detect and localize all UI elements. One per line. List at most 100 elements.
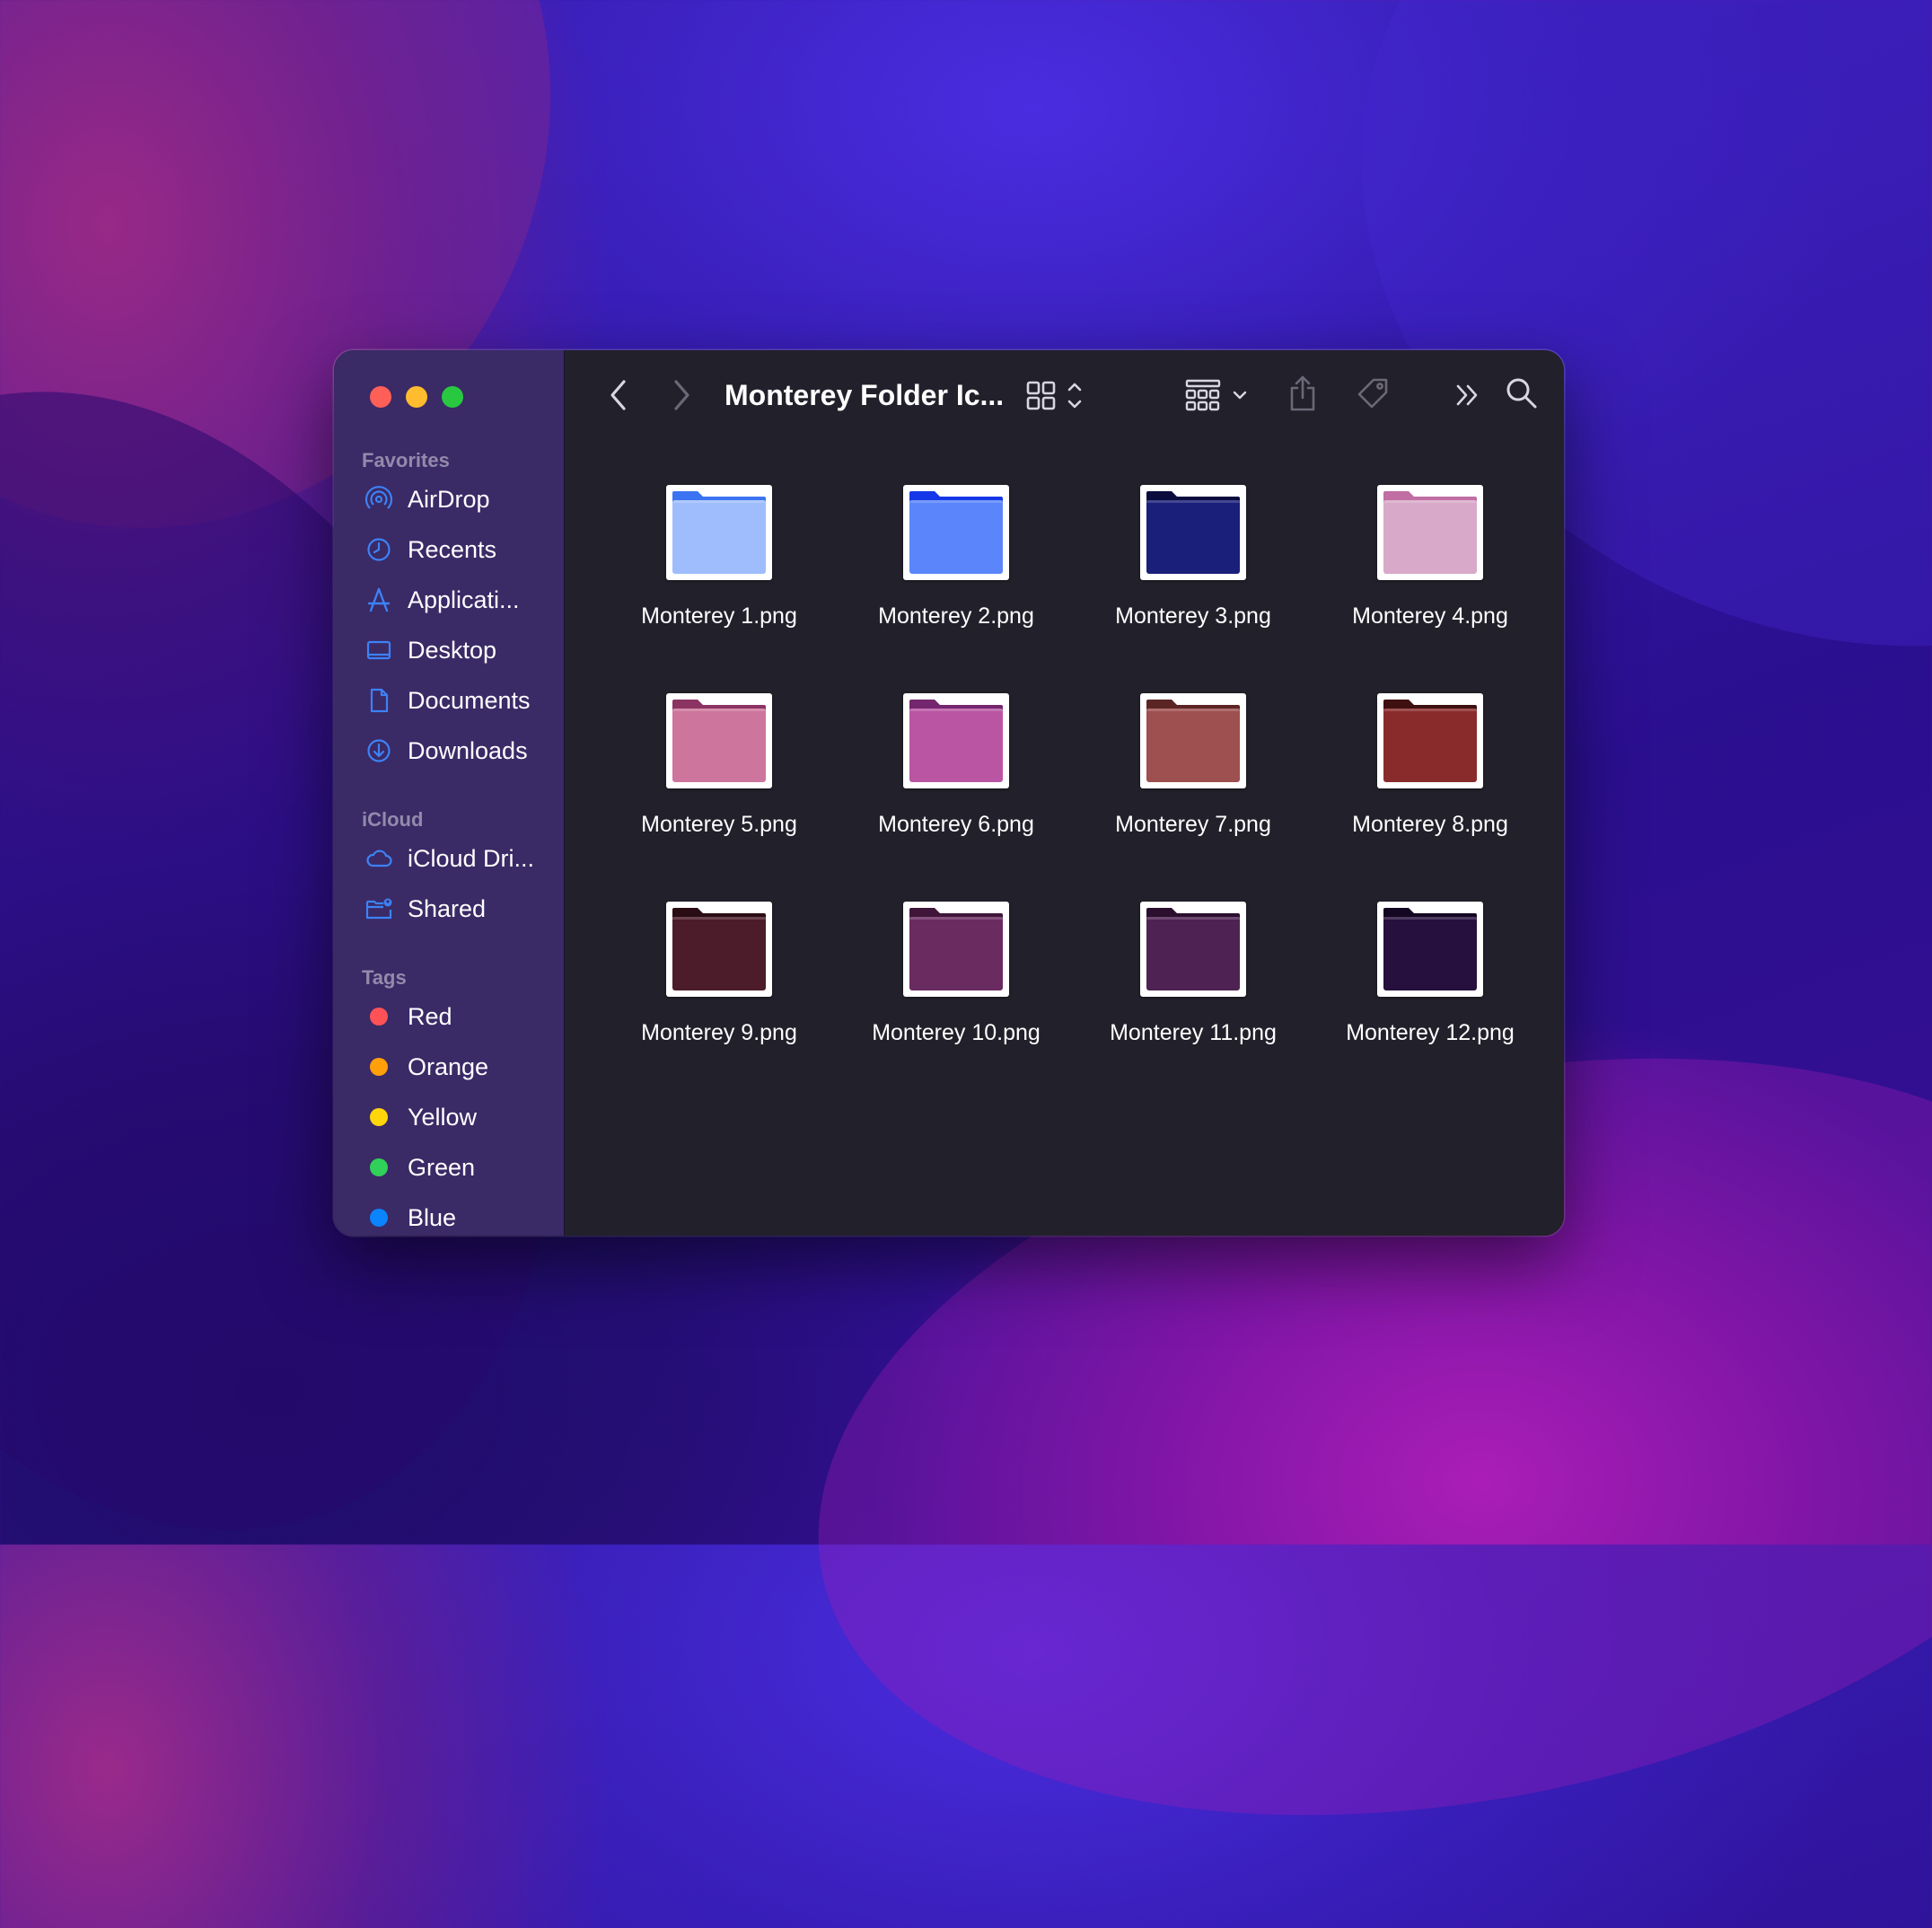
more-toolbar-button[interactable] [1450,377,1486,413]
view-mode-button[interactable] [1024,375,1096,415]
desktop-icon [364,636,393,665]
file-name: Monterey 7.png [1115,812,1271,837]
tag-dot [370,1158,388,1176]
sidebar-item-blue[interactable]: Blue [334,1193,564,1236]
folder-icon [1383,491,1477,574]
sidebar-item-airdrop[interactable]: AirDrop [334,474,564,524]
sidebar-item-orange[interactable]: Orange [334,1042,564,1092]
file-thumbnail [666,693,772,788]
double-chevron-right-icon [1456,384,1478,406]
sidebar-item-shared[interactable]: Shared [334,884,564,934]
file-name: Monterey 2.png [878,603,1034,629]
window-controls [370,386,463,408]
group-grid-icon [1185,379,1247,411]
applications-icon [364,585,393,614]
sidebar-item-label: iCloud Dri... [408,844,535,872]
file-item[interactable]: Monterey 5.png [601,693,838,902]
tag-dot [370,1008,388,1026]
file-name: Monterey 8.png [1352,812,1508,837]
file-thumbnail [903,485,1009,580]
folder-icon [1146,700,1240,782]
file-name: Monterey 10.png [872,1020,1041,1045]
sidebar-item-label: Yellow [408,1103,478,1131]
tag-dot [370,1058,388,1076]
tag-color-dot-icon [364,1203,393,1232]
file-thumbnail [666,485,772,580]
file-thumbnail [1140,693,1246,788]
file-item[interactable]: Monterey 6.png [838,693,1075,902]
sidebar-item-green[interactable]: Green [334,1142,564,1193]
file-item[interactable]: Monterey 1.png [601,485,838,693]
folder-icon [909,908,1003,990]
forward-button[interactable] [663,377,699,413]
file-item[interactable]: Monterey 10.png [838,902,1075,1110]
file-thumbnail [903,693,1009,788]
file-thumbnail [1377,902,1483,997]
icloud-section: iCloud iCloud Dri... Shared [334,806,564,934]
airdrop-icon [364,485,393,514]
file-item[interactable]: Monterey 2.png [838,485,1075,693]
sidebar-item-desktop[interactable]: Desktop [334,625,564,675]
sidebar-item-label: Blue [408,1203,457,1231]
folder-icon [909,491,1003,574]
search-button[interactable] [1502,374,1541,413]
close-button[interactable] [370,386,391,408]
file-name: Monterey 4.png [1352,603,1508,629]
share-icon [1290,375,1315,411]
file-grid: Monterey 1.png Monterey 2.png Monterey 3.p… [601,485,1552,1110]
sidebar: Favorites AirDrop Recents Applicati... Desk… [334,350,565,1236]
chevron-left-icon [610,380,626,410]
tags-section: Tags Red Orange Yellow Green Blue [334,964,564,1236]
content-area: Monterey Folder Ic... Monterey 1.png Mon… [565,350,1564,1236]
minimize-button[interactable] [406,386,427,408]
folder-icon [1383,908,1477,990]
icon-grid-icon [1026,381,1082,410]
folder-icon [672,908,766,990]
sidebar-item-label: Green [408,1153,476,1181]
sidebar-item-label: Desktop [408,636,497,664]
folder-icon [909,700,1003,782]
file-item[interactable]: Monterey 9.png [601,902,838,1110]
sidebar-item-label: Documents [408,686,531,714]
tag-button[interactable] [1353,374,1394,415]
sidebar-item-yellow[interactable]: Yellow [334,1092,564,1142]
group-by-button[interactable] [1184,375,1260,415]
folder-icon [672,491,766,574]
file-item[interactable]: Monterey 7.png [1075,693,1312,902]
icloud-heading: iCloud [362,808,424,831]
sidebar-item-downloads[interactable]: Downloads [334,726,564,776]
sidebar-item-label: Applicati... [408,585,520,613]
finder-window: Favorites AirDrop Recents Applicati... Desk… [334,350,1564,1236]
tag-color-dot-icon [364,1052,393,1081]
file-item[interactable]: Monterey 8.png [1312,693,1549,902]
file-thumbnail [1140,485,1246,580]
back-button[interactable] [601,377,637,413]
folder-icon [1146,491,1240,574]
sidebar-item-red[interactable]: Red [334,991,564,1042]
sidebar-item-applicati[interactable]: Applicati... [334,575,564,625]
window-title: Monterey Folder Ic... [724,379,1005,411]
sidebar-item-documents[interactable]: Documents [334,675,564,726]
sidebar-item-label: Red [408,1002,452,1030]
clock-icon [364,535,393,564]
cloud-icon [364,844,393,873]
sidebar-item-label: AirDrop [408,485,490,513]
file-thumbnail [903,902,1009,997]
sidebar-item-recents[interactable]: Recents [334,524,564,575]
share-button[interactable] [1285,372,1321,415]
file-item[interactable]: Monterey 11.png [1075,902,1312,1110]
file-item[interactable]: Monterey 4.png [1312,485,1549,693]
zoom-button[interactable] [442,386,463,408]
favorites-section: Favorites AirDrop Recents Applicati... Desk… [334,447,564,776]
file-name: Monterey 9.png [641,1020,797,1045]
file-name: Monterey 12.png [1346,1020,1515,1045]
sidebar-item-label: Recents [408,535,497,563]
file-item[interactable]: Monterey 12.png [1312,902,1549,1110]
sidebar-item-label: Downloads [408,736,528,764]
file-name: Monterey 11.png [1110,1020,1277,1045]
file-thumbnail [1377,693,1483,788]
file-item[interactable]: Monterey 3.png [1075,485,1312,693]
file-thumbnail [666,902,772,997]
sidebar-item-icloud-dri[interactable]: iCloud Dri... [334,833,564,884]
sidebar-item-label: Orange [408,1052,489,1080]
